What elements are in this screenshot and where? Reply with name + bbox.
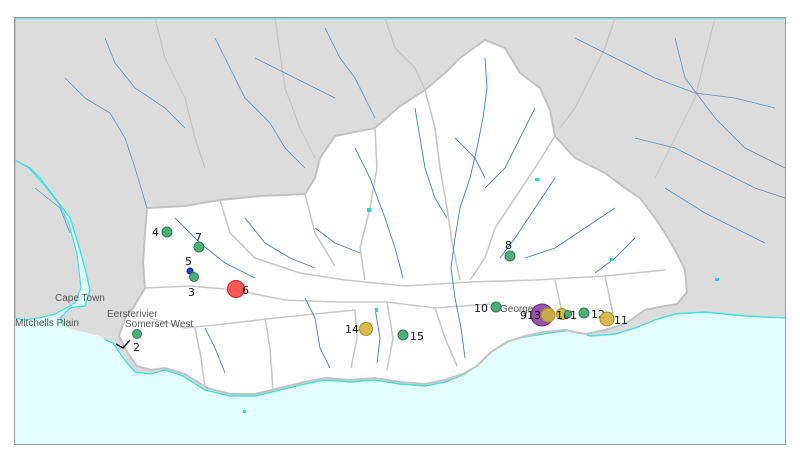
site-label: 14	[345, 323, 359, 336]
site-label: 9	[520, 309, 527, 322]
site-label: 8	[505, 239, 512, 252]
site-marker[interactable]	[132, 329, 142, 339]
site-label: 11	[614, 314, 628, 327]
site-label: 7	[195, 231, 202, 244]
site-marker[interactable]	[540, 307, 556, 323]
site-6[interactable]: 6	[227, 280, 250, 298]
site-label: 1	[570, 309, 577, 322]
site-label: 5	[185, 255, 192, 268]
site-label: 15	[410, 330, 424, 343]
site-marker[interactable]	[578, 307, 590, 319]
site-label: 10	[474, 302, 488, 315]
site-label: 6	[242, 284, 249, 297]
town-mitchells-plain: Mitchells Plain	[15, 318, 79, 329]
site-marker[interactable]	[359, 322, 373, 336]
site-11[interactable]: 11	[599, 311, 628, 327]
town-cape-town: Cape Town	[55, 293, 105, 304]
town-somerset-west: Somerset West	[125, 319, 193, 330]
site-marker[interactable]	[490, 301, 502, 313]
site-marker[interactable]	[161, 226, 173, 238]
site-marker[interactable]	[504, 250, 516, 262]
site-marker[interactable]	[189, 272, 199, 282]
site-marker[interactable]	[599, 311, 615, 327]
site-label: 2	[133, 341, 140, 354]
map-canvas[interactable]: Cape Town Mitchells Plain Eersterivier S…	[15, 18, 786, 445]
site-marker[interactable]	[397, 329, 409, 341]
site-label: 13	[527, 309, 541, 322]
site-14[interactable]: 14	[345, 322, 373, 337]
site-label: 4	[152, 226, 159, 239]
map-frame: Cape Town Mitchells Plain Eersterivier S…	[14, 17, 786, 445]
site-label: 3	[188, 286, 195, 299]
